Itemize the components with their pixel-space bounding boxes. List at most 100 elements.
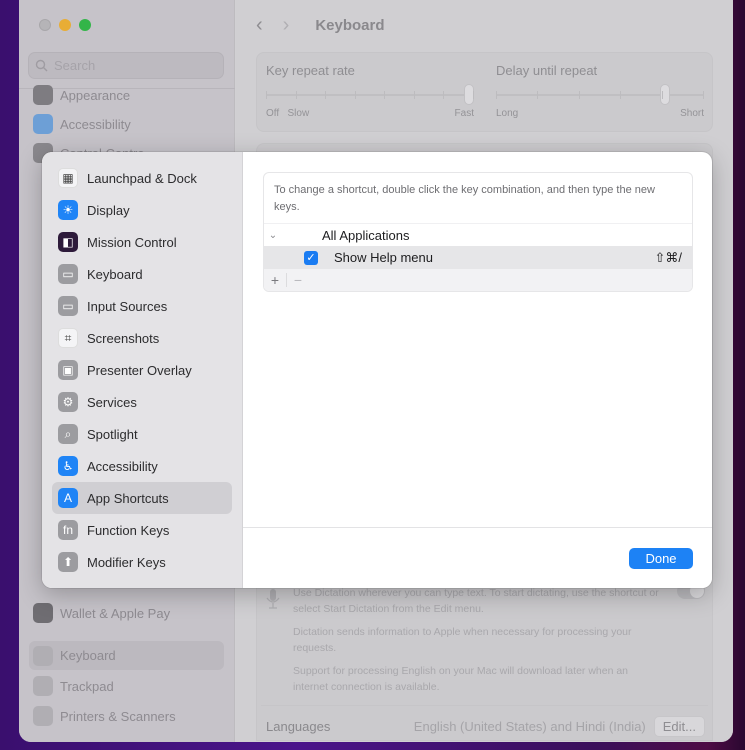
sidebar-item-printers[interactable]: Printers & Scanners bbox=[33, 703, 223, 729]
slider-tick bbox=[413, 91, 415, 99]
key-repeat-slider-group: Key repeat rate Off Slow Fast bbox=[266, 63, 474, 119]
shortcuts-sidebar-item-spotlight[interactable]: ⌕ Spotlight bbox=[52, 418, 232, 450]
sidebar-item-keyboard[interactable]: Keyboard bbox=[29, 641, 224, 670]
shortcuts-sidebar-item-input-sources[interactable]: ▭ Input Sources bbox=[52, 290, 232, 322]
done-button[interactable]: Done bbox=[629, 548, 693, 569]
divider bbox=[261, 705, 708, 706]
key-repeat-card: Key repeat rate Off Slow Fast Delay unti… bbox=[256, 52, 713, 132]
table-toolbar: + − bbox=[264, 269, 692, 291]
shortcuts-sidebar-item-label: Input Sources bbox=[87, 298, 168, 314]
shortcuts-sidebar-item-label: App Shortcuts bbox=[87, 490, 169, 506]
shortcuts-sidebar-item-mission-control[interactable]: ◧ Mission Control bbox=[52, 226, 232, 258]
languages-value: English (United States) and Hindi (India… bbox=[413, 719, 646, 734]
shortcuts-table: To change a shortcut, double click the k… bbox=[263, 172, 693, 292]
sidebar-item-wallet[interactable]: Wallet & Apple Pay bbox=[33, 600, 223, 626]
sheet-footer: Done bbox=[243, 527, 712, 588]
slider-tick bbox=[473, 91, 474, 99]
slider-tick bbox=[384, 91, 386, 99]
shortcuts-sidebar-item-label: Launchpad & Dock bbox=[87, 170, 197, 186]
search-placeholder: Search bbox=[54, 58, 96, 73]
shortcuts-content: To change a shortcut, double click the k… bbox=[243, 152, 712, 527]
slider-tick bbox=[325, 91, 327, 99]
shortcuts-sidebar: ▦ Launchpad & Dock ☀ Display ◧ Mission Contro… bbox=[42, 152, 243, 588]
close-button[interactable] bbox=[39, 19, 51, 31]
sidebar-item-appearance[interactable]: Appearance bbox=[33, 82, 223, 108]
shortcuts-hint: To change a shortcut, double click the k… bbox=[274, 184, 655, 213]
shortcuts-sidebar-item-label: Spotlight bbox=[87, 426, 138, 442]
accessibility-icon: ♿ bbox=[58, 456, 78, 476]
delay-repeat-slider[interactable] bbox=[496, 84, 704, 105]
shortcut-row[interactable]: ✓ Show Help menu ⇧⌘/ bbox=[264, 246, 692, 269]
slider-tick bbox=[496, 91, 497, 99]
slider-tick bbox=[443, 91, 445, 99]
toolbar: ‹ › Keyboard bbox=[256, 14, 385, 37]
display-icon: ☀ bbox=[58, 200, 78, 220]
shortcut-keys[interactable]: ⇧⌘/ bbox=[654, 250, 682, 266]
keyboard-icon bbox=[33, 645, 53, 666]
slider-min-label-2: Slow bbox=[287, 108, 310, 119]
forward-button[interactable]: › bbox=[283, 14, 290, 37]
shortcuts-sidebar-item-screenshots[interactable]: ⌗ Screenshots bbox=[52, 322, 232, 354]
search-field[interactable]: Search bbox=[28, 52, 224, 79]
shortcuts-sidebar-item-label: Mission Control bbox=[87, 234, 177, 250]
screenshots-icon: ⌗ bbox=[58, 328, 78, 348]
shortcuts-sidebar-item-label: Screenshots bbox=[87, 330, 160, 346]
shortcuts-sidebar-item-accessibility[interactable]: ♿ Accessibility bbox=[52, 450, 232, 482]
maximize-button[interactable] bbox=[79, 19, 91, 31]
shortcuts-sidebar-item-display[interactable]: ☀ Display bbox=[52, 194, 232, 226]
sidebar-item-accessibility[interactable]: Accessibility bbox=[33, 111, 223, 137]
languages-row: Languages English (United States) and Hi… bbox=[266, 716, 705, 737]
slider-tick bbox=[354, 91, 356, 99]
keyboard-icon: ▭ bbox=[58, 264, 78, 284]
shortcuts-sidebar-item-label: Presenter Overlay bbox=[87, 362, 192, 378]
shortcuts-sidebar-item-launchpad-dock[interactable]: ▦ Launchpad & Dock bbox=[52, 162, 232, 194]
minimize-button[interactable] bbox=[59, 19, 71, 31]
shortcuts-sidebar-item-function-keys[interactable]: fn Function Keys bbox=[52, 514, 232, 546]
languages-edit-button[interactable]: Edit... bbox=[653, 716, 705, 737]
remove-shortcut-button[interactable]: − bbox=[287, 272, 309, 288]
shortcuts-sidebar-item-label: Modifier Keys bbox=[87, 554, 166, 570]
back-button[interactable]: ‹ bbox=[256, 14, 263, 37]
dictation-description: Use Dictation wherever you can type text… bbox=[293, 587, 659, 615]
keyboard-shortcuts-sheet: ▦ Launchpad & Dock ☀ Display ◧ Mission Contro… bbox=[42, 152, 712, 588]
shortcuts-sidebar-item-services[interactable]: ⚙ Services bbox=[52, 386, 232, 418]
function-keys-icon: fn bbox=[58, 520, 78, 540]
group-label: All Applications bbox=[322, 227, 410, 243]
slider-tick bbox=[620, 91, 622, 99]
add-shortcut-button[interactable]: + bbox=[264, 272, 286, 288]
shortcuts-sidebar-item-label: Services bbox=[87, 394, 137, 410]
mission-control-icon: ◧ bbox=[58, 232, 78, 252]
sidebar-item-label: Trackpad bbox=[60, 678, 114, 694]
accessibility-icon bbox=[33, 114, 53, 134]
shortcuts-sidebar-item-keyboard[interactable]: ▭ Keyboard bbox=[52, 258, 232, 290]
spotlight-icon: ⌕ bbox=[58, 424, 78, 444]
shortcuts-sidebar-item-label: Function Keys bbox=[87, 522, 170, 538]
sidebar-item-label: Appearance bbox=[60, 87, 131, 103]
delay-repeat-slider-group: Delay until repeat Long Short bbox=[496, 63, 704, 119]
chevron-down-icon[interactable]: ⌄ bbox=[264, 230, 282, 241]
input-sources-icon: ▭ bbox=[58, 296, 78, 316]
sidebar-item-label: Keyboard bbox=[60, 648, 116, 663]
search-icon bbox=[35, 59, 48, 72]
shortcut-label: Show Help menu bbox=[334, 250, 433, 265]
services-icon: ⚙ bbox=[58, 392, 78, 412]
trackpad-icon bbox=[33, 676, 53, 696]
shortcut-enabled-checkbox[interactable]: ✓ bbox=[304, 250, 318, 265]
dictation-privacy-note: Dictation sends information to Apple whe… bbox=[293, 626, 632, 654]
slider-max-label: Fast bbox=[454, 108, 474, 119]
appearance-icon bbox=[33, 85, 53, 105]
shortcuts-sidebar-item-app-shortcuts[interactable]: A App Shortcuts bbox=[52, 482, 232, 514]
key-repeat-label: Key repeat rate bbox=[266, 63, 355, 78]
group-row-all-applications[interactable]: ⌄ All Applications bbox=[264, 223, 692, 246]
slider-min-label: Long bbox=[496, 108, 519, 119]
slider-min-label: Off bbox=[266, 108, 280, 119]
key-repeat-slider[interactable] bbox=[266, 84, 474, 105]
shortcuts-sidebar-item-label: Display bbox=[87, 202, 130, 218]
shortcuts-sidebar-item-modifier-keys[interactable]: ⬆ Modifier Keys bbox=[52, 546, 232, 578]
microphone-icon bbox=[266, 589, 280, 609]
slider-tick bbox=[537, 91, 539, 99]
sidebar-item-label: Printers & Scanners bbox=[60, 708, 176, 724]
shortcuts-sidebar-item-presenter-overlay[interactable]: ▣ Presenter Overlay bbox=[52, 354, 232, 386]
shortcuts-sidebar-item-label: Accessibility bbox=[87, 458, 158, 474]
sidebar-item-trackpad[interactable]: Trackpad bbox=[33, 673, 223, 699]
